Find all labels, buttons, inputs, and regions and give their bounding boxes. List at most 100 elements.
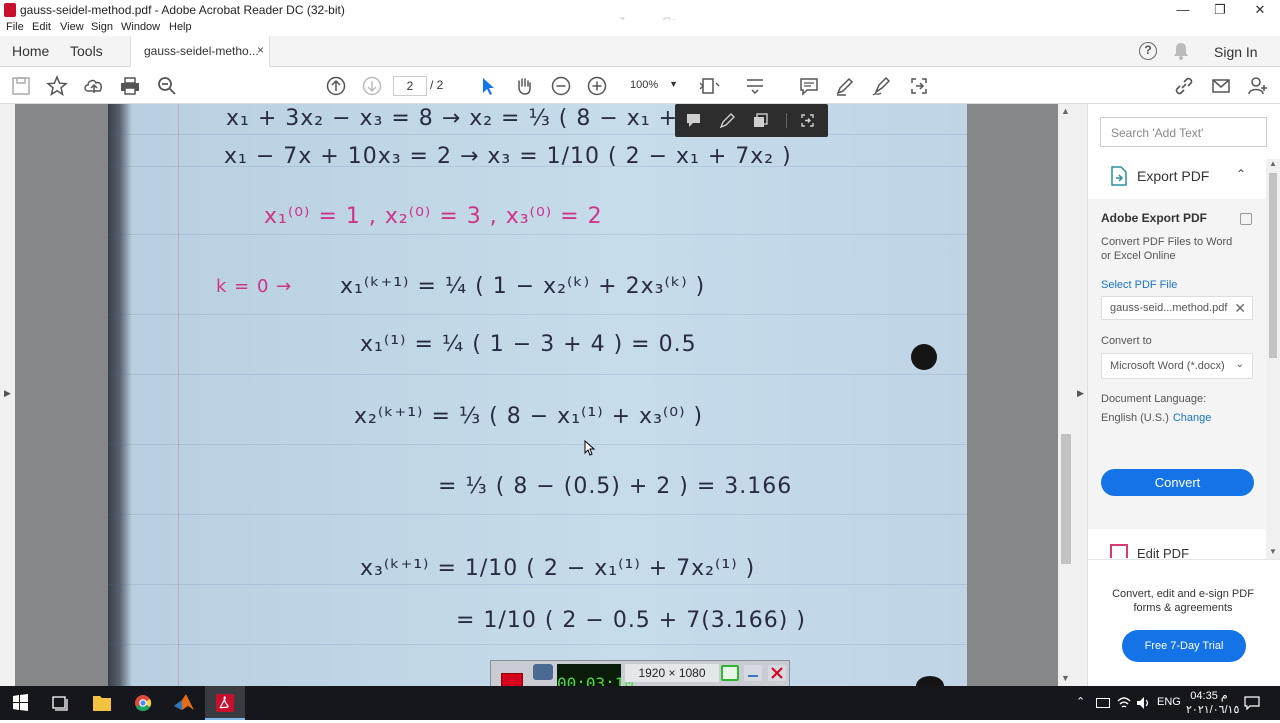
bell-icon[interactable] (1173, 42, 1189, 60)
notifications-icon[interactable] (1244, 696, 1260, 711)
task-view-icon[interactable] (40, 686, 80, 720)
close-recorder-icon[interactable] (768, 665, 786, 681)
x2-formula: x₂⁽ᵏ⁺¹⁾ = ⅓ ( 8 − x₁⁽¹⁾ + x₃⁽⁰⁾ ) (354, 404, 704, 429)
file-explorer-icon[interactable] (82, 686, 122, 720)
scroll-mode-icon[interactable] (744, 75, 766, 97)
scroll-down-icon[interactable]: ▼ (1061, 673, 1070, 683)
mouse-cursor-icon (584, 439, 596, 456)
document-language: English (U.S.) Change (1101, 412, 1211, 424)
scrollbar-thumb[interactable] (1061, 434, 1071, 564)
matlab-icon[interactable] (164, 686, 204, 720)
notebook-rule (108, 514, 967, 515)
email-icon[interactable] (1210, 75, 1232, 97)
draw-pen-icon[interactable] (719, 112, 736, 129)
menu-edit[interactable]: Edit (32, 21, 51, 33)
next-page-icon[interactable] (361, 75, 383, 97)
notebook-rule (108, 314, 967, 315)
x3-formula: x₃⁽ᵏ⁺¹⁾ = 1/10 ( 2 − x₁⁽¹⁾ + 7x₂⁽¹⁾ ) (360, 556, 756, 581)
iteration-label: k = 0 → (216, 276, 293, 297)
page-number-input[interactable]: 2 (393, 76, 427, 96)
scrollbar-thumb[interactable] (1269, 173, 1277, 358)
add-text-search-input[interactable]: Search 'Add Text' (1100, 117, 1267, 147)
chrome-icon[interactable] (123, 686, 163, 720)
convert-format-select[interactable]: Microsoft Word (*.docx) ⌄ (1101, 353, 1253, 379)
menu-help[interactable]: Help (169, 21, 192, 33)
select-cursor-icon[interactable] (477, 75, 499, 97)
tools-pane-scrollbar[interactable]: ▲ ▼ (1266, 159, 1280, 559)
info-icon[interactable] (1240, 213, 1252, 225)
scroll-up-icon[interactable]: ▲ (1061, 106, 1070, 116)
acrobat-taskbar-icon[interactable] (205, 686, 245, 720)
camera-icon[interactable] (533, 664, 553, 680)
region-select-icon[interactable] (721, 665, 739, 681)
change-language-link[interactable]: Change (1173, 412, 1212, 424)
menu-window[interactable]: Window (121, 21, 160, 33)
main-toolbar: 2 / 2 100% ▼ (0, 67, 1280, 104)
export-pdf-header[interactable]: Export PDF ⌃ (1088, 159, 1266, 199)
x1-result: x₁⁽¹⁾ = ¼ ( 1 − 3 + 4 ) = 0.5 (360, 332, 697, 357)
export-pdf-panel: Adobe Export PDF Convert PDF Files to Wo… (1088, 199, 1266, 529)
close-window-button[interactable]: ✕ (1240, 0, 1280, 20)
tab-home[interactable]: Home (12, 43, 49, 59)
help-icon[interactable]: ? (1139, 42, 1157, 60)
menu-view[interactable]: View (60, 21, 84, 33)
zoom-dropdown[interactable]: 100% ▼ (622, 76, 682, 96)
battery-icon[interactable] (1096, 698, 1110, 708)
left-panel-toggle[interactable]: ▶ (0, 104, 15, 686)
input-language[interactable]: ENG (1157, 696, 1181, 708)
print-icon[interactable] (119, 75, 141, 97)
convert-to-label: Convert to (1101, 335, 1152, 347)
windows-taskbar: ⌃ ENG 04:35 م ٢٠٢١/٠٦/١٥ (0, 686, 1280, 720)
close-tab-button[interactable]: × (257, 43, 264, 57)
sign-in-link[interactable]: Sign In (1214, 44, 1258, 60)
search-icon[interactable] (156, 75, 178, 97)
scroll-up-icon[interactable]: ▲ (1269, 159, 1277, 168)
scroll-down-icon[interactable]: ▼ (1269, 547, 1277, 556)
document-scrollbar[interactable]: ▲ ▼ (1058, 104, 1074, 686)
select-pdf-file-link[interactable]: Select PDF File (1101, 279, 1177, 291)
add-user-icon[interactable] (1247, 75, 1269, 97)
menu-sign[interactable]: Sign (91, 21, 113, 33)
previous-page-icon[interactable] (325, 75, 347, 97)
bookmark-star-icon[interactable] (46, 75, 68, 97)
chevron-up-icon[interactable]: ⌃ (1236, 167, 1246, 181)
tab-document[interactable]: gauss-seidel-metho... × (130, 36, 270, 67)
volume-icon[interactable] (1136, 696, 1150, 710)
selected-file-field[interactable]: gauss-seid...method.pdf ✕ (1101, 296, 1253, 320)
maximize-button[interactable]: ❐ (1200, 0, 1240, 20)
link-icon[interactable] (1173, 75, 1195, 97)
minimize-recorder-icon[interactable] (744, 665, 762, 681)
chevron-right-icon: ▶ (4, 388, 11, 398)
edit-pdf-label: Edit PDF (1137, 546, 1190, 560)
convert-button[interactable]: Convert (1101, 469, 1254, 496)
start-button[interactable] (0, 686, 40, 720)
minimize-button[interactable]: — (1163, 0, 1203, 20)
share-tools-icon[interactable] (908, 75, 930, 97)
clock[interactable]: 04:35 م ٢٠٢١/٠٦/١٥ (1186, 689, 1239, 717)
edit-more-icon[interactable] (799, 112, 816, 129)
initial-values: x₁⁽⁰⁾ = 1 , x₂⁽⁰⁾ = 3 , x₃⁽⁰⁾ = 2 (264, 204, 603, 229)
x3-expansion: = 1/10 ( 2 − 0.5 + 7(3.166) ) (456, 608, 806, 633)
tab-tools[interactable]: Tools (70, 43, 103, 59)
zoom-out-icon[interactable] (550, 75, 572, 97)
edit-pdf-tool[interactable]: Edit PDF (1088, 540, 1266, 560)
show-hidden-icons[interactable]: ⌃ (1076, 695, 1085, 708)
sticky-note-icon[interactable] (685, 112, 702, 129)
zoom-in-icon[interactable] (586, 75, 608, 97)
wifi-icon[interactable] (1117, 696, 1131, 710)
document-language-value: English (U.S.) (1101, 412, 1169, 424)
remove-file-icon[interactable]: ✕ (1234, 300, 1246, 317)
document-tab-label: gauss-seidel-metho... (144, 44, 259, 58)
copy-icon[interactable] (752, 112, 769, 129)
sign-pen-icon[interactable] (871, 75, 893, 97)
right-pane-toggle[interactable]: ▶ (1074, 104, 1088, 686)
comment-icon[interactable] (798, 75, 820, 97)
menu-file[interactable]: File (6, 21, 24, 33)
free-trial-button[interactable]: Free 7-Day Trial (1122, 630, 1246, 662)
cloud-upload-icon[interactable] (83, 75, 105, 97)
hand-tool-icon[interactable] (513, 75, 535, 97)
save-icon[interactable] (10, 75, 32, 97)
page-fit-icon[interactable] (698, 75, 720, 97)
highlight-pen-icon[interactable] (834, 75, 856, 97)
document-viewport[interactable]: x₁ + 3x₂ − x₃ = 8 → x₂ = ⅓ ( 8 − x₁ + x … (15, 104, 1058, 686)
